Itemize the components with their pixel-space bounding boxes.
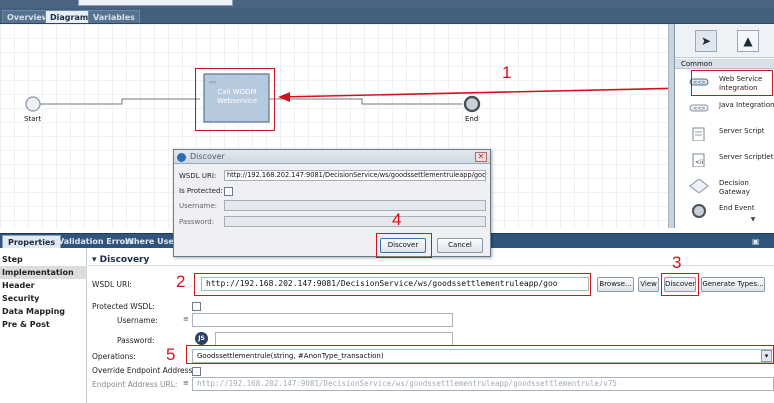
annotation-box-wsdl — [194, 273, 591, 296]
start-event-icon[interactable] — [25, 96, 41, 112]
nav-data-mapping[interactable]: Data Mapping — [0, 305, 87, 318]
connect-tool-icon[interactable]: ▲ — [737, 30, 759, 52]
nav-pre-post[interactable]: Pre & Post — [0, 318, 87, 331]
annotation-5: 5 — [166, 345, 176, 364]
palette-scroll-down-icon[interactable]: ▼ — [747, 216, 759, 224]
nav-implementation[interactable]: Implementation — [0, 266, 87, 279]
close-icon[interactable]: ✕ — [475, 152, 487, 162]
override-endpoint-checkbox[interactable] — [192, 367, 201, 376]
annotation-box-discover — [661, 273, 699, 296]
annotation-box-dialog-discover — [376, 233, 432, 258]
annotation-box-operations — [186, 345, 774, 364]
nav-header[interactable]: Header — [0, 279, 87, 292]
java-integration-icon: <<> — [689, 104, 709, 112]
server-scriptlet-icon: <ii — [692, 153, 705, 167]
edit-icon: ≡ — [183, 379, 189, 387]
override-endpoint-label: Override Endpoint Address: — [92, 366, 195, 375]
section-title: Discovery — [99, 255, 150, 265]
annotation-arrow — [279, 87, 668, 98]
select-tool-icon[interactable]: ➤ — [695, 30, 717, 52]
tab-diagram[interactable]: Diagram — [45, 10, 94, 23]
decision-gateway-icon — [689, 179, 709, 193]
palette-item-label: End Event — [719, 204, 755, 212]
maximize-panel-icon[interactable]: ▣ — [752, 237, 770, 246]
tab-variables[interactable]: Variables — [88, 10, 140, 23]
wsdl-uri-label: WSDL URI: — [92, 280, 132, 289]
annotation-arrow-head — [278, 92, 290, 102]
endpoint-url-label: Endpoint Address URL: — [92, 380, 178, 389]
palette: ➤ ▲ Common <<> Web Service Integration <… — [674, 24, 774, 228]
flow-task-to-end — [269, 98, 462, 105]
annotation-4: 4 — [392, 210, 402, 229]
svg-text:<ii: <ii — [695, 159, 704, 166]
generate-types-button[interactable]: Generate Types... — [701, 277, 765, 292]
end-label: End — [465, 115, 479, 123]
start-label: Start — [24, 115, 42, 123]
edit-icon: ≡ — [183, 315, 189, 323]
implementation-details: ▾ Discovery WSDL URI: http://192.168.202… — [88, 248, 774, 403]
palette-item-label: Java Integration — [719, 101, 774, 109]
palette-item-label: Decision Gateway — [719, 179, 750, 196]
collapse-icon: ▾ — [92, 255, 100, 265]
nav-step[interactable]: Step — [0, 253, 87, 266]
dialog-password-label: Password: — [179, 218, 215, 226]
annotation-box-task — [195, 68, 275, 131]
dialog-title: Discover — [190, 152, 225, 161]
dialog-wsdl-input[interactable]: http://192.168.202.147:9081/DecisionServ… — [224, 170, 486, 181]
palette-toolbar: ➤ ▲ — [675, 24, 774, 58]
annotation-box-palette — [691, 70, 773, 96]
dialog-protected-checkbox[interactable] — [224, 187, 233, 196]
svg-text:<<>: <<> — [693, 106, 706, 112]
username-label: Username: — [117, 316, 158, 325]
end-event-icon — [692, 204, 706, 218]
dialog-cancel-button[interactable]: Cancel — [437, 238, 483, 253]
server-script-icon — [692, 127, 705, 141]
password-input[interactable] — [215, 332, 453, 346]
dialog-protected-label: Is Protected: — [179, 187, 223, 195]
js-badge-icon[interactable]: JS — [195, 332, 208, 345]
dialog-title-bar[interactable]: Discover — [174, 150, 490, 164]
discover-dialog: Discover ✕ WSDL URI: http://192.168.202.… — [173, 149, 491, 258]
protected-wsdl-label: Protected WSDL: — [92, 302, 155, 311]
window-top-strip — [0, 0, 774, 8]
palette-item-label: Server Script — [719, 127, 765, 135]
palette-item-label: Server Scriptlet — [719, 153, 774, 161]
endpoint-url-input[interactable]: http://192.168.202.147:9081/DecisionServ… — [192, 377, 774, 391]
operations-label: Operations: — [92, 352, 136, 361]
password-label: Password: — [117, 336, 155, 345]
end-event-icon[interactable] — [463, 95, 481, 113]
dialog-password-input[interactable] — [224, 216, 486, 227]
annotation-3: 3 — [672, 253, 682, 272]
dialog-username-input[interactable] — [224, 200, 486, 211]
username-input[interactable] — [192, 313, 453, 327]
flow-start-to-task — [40, 98, 200, 105]
palette-group-common[interactable]: Common — [675, 59, 774, 69]
window-notch — [78, 0, 233, 6]
editor-tab-bar: Overview Diagram Variables — [0, 8, 774, 24]
dialog-wsdl-label: WSDL URI: — [179, 172, 217, 180]
dialog-username-label: Username: — [179, 202, 218, 210]
view-button[interactable]: View — [638, 277, 659, 292]
properties-side-nav: Step Implementation Header Security Data… — [0, 248, 87, 403]
protected-wsdl-checkbox[interactable] — [192, 302, 201, 311]
browse-button[interactable]: Browse... — [597, 277, 634, 292]
annotation-1: 1 — [502, 63, 512, 82]
discover-icon — [177, 153, 186, 162]
nav-security[interactable]: Security — [0, 292, 87, 305]
annotation-2: 2 — [176, 272, 186, 291]
